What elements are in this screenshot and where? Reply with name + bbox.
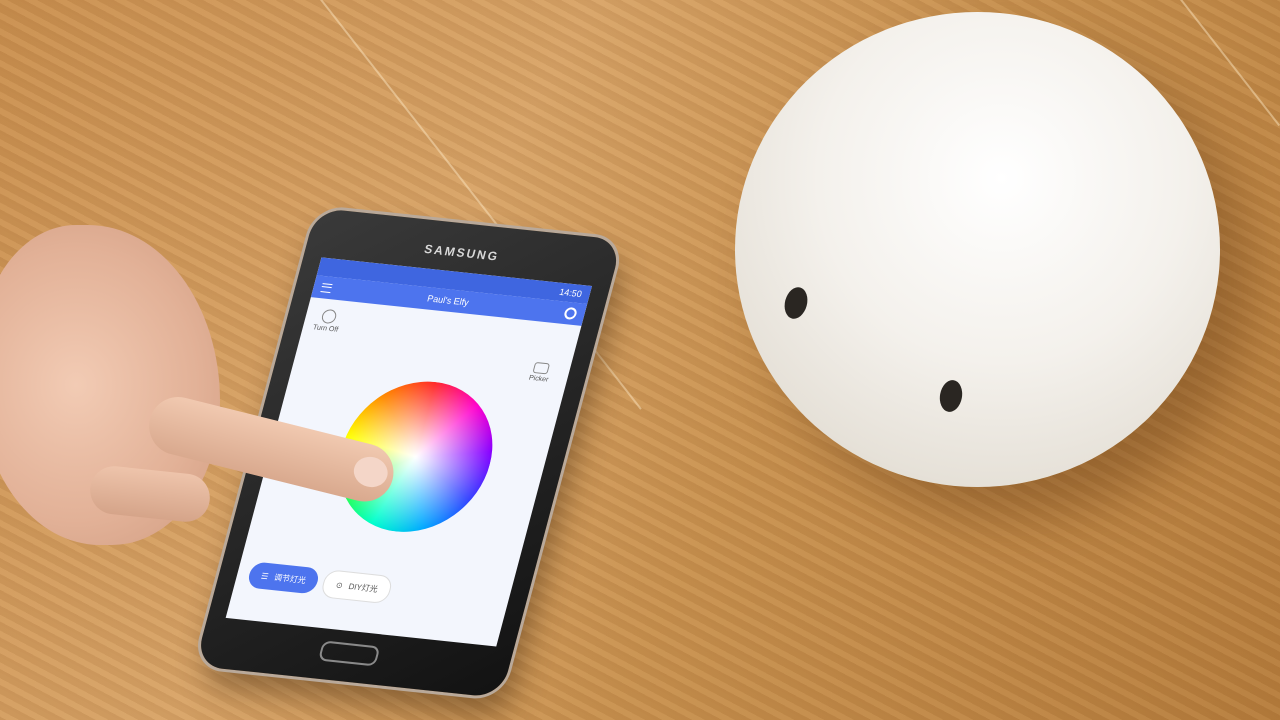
menu-icon[interactable] (320, 282, 333, 293)
mode-bar: ☰ 调节灯光 ⊙ DIY灯光 (245, 561, 395, 605)
status-time: 14:50 (558, 286, 584, 300)
app-title: Paul's Elfy (426, 293, 471, 308)
power-icon (319, 308, 338, 325)
diy-light-tab[interactable]: ⊙ DIY灯光 (319, 569, 395, 605)
picker-label: Picker (528, 374, 550, 384)
wood-seam (1180, 0, 1280, 127)
turn-off-label: Turn Off (312, 324, 339, 334)
adjust-light-label: 调节灯光 (273, 572, 308, 585)
lamp-hole (781, 284, 811, 322)
picker-button[interactable]: Picker (528, 361, 553, 384)
photo-scene: SAMSUNG 14:50 Paul's Elfy Turn Off Picke… (0, 0, 1280, 720)
lamp-hole (937, 378, 965, 414)
fingernail (350, 453, 391, 491)
sliders-icon: ☰ (260, 571, 270, 581)
lamp-sphere (735, 12, 1220, 487)
turn-off-button[interactable]: Turn Off (312, 308, 343, 334)
camera-icon (532, 361, 551, 375)
diy-light-label: DIY灯光 (347, 581, 379, 594)
diy-icon: ⊙ (335, 580, 345, 590)
gear-icon[interactable] (563, 306, 579, 321)
adjust-light-tab[interactable]: ☰ 调节灯光 (245, 561, 322, 595)
home-button[interactable] (317, 640, 381, 667)
